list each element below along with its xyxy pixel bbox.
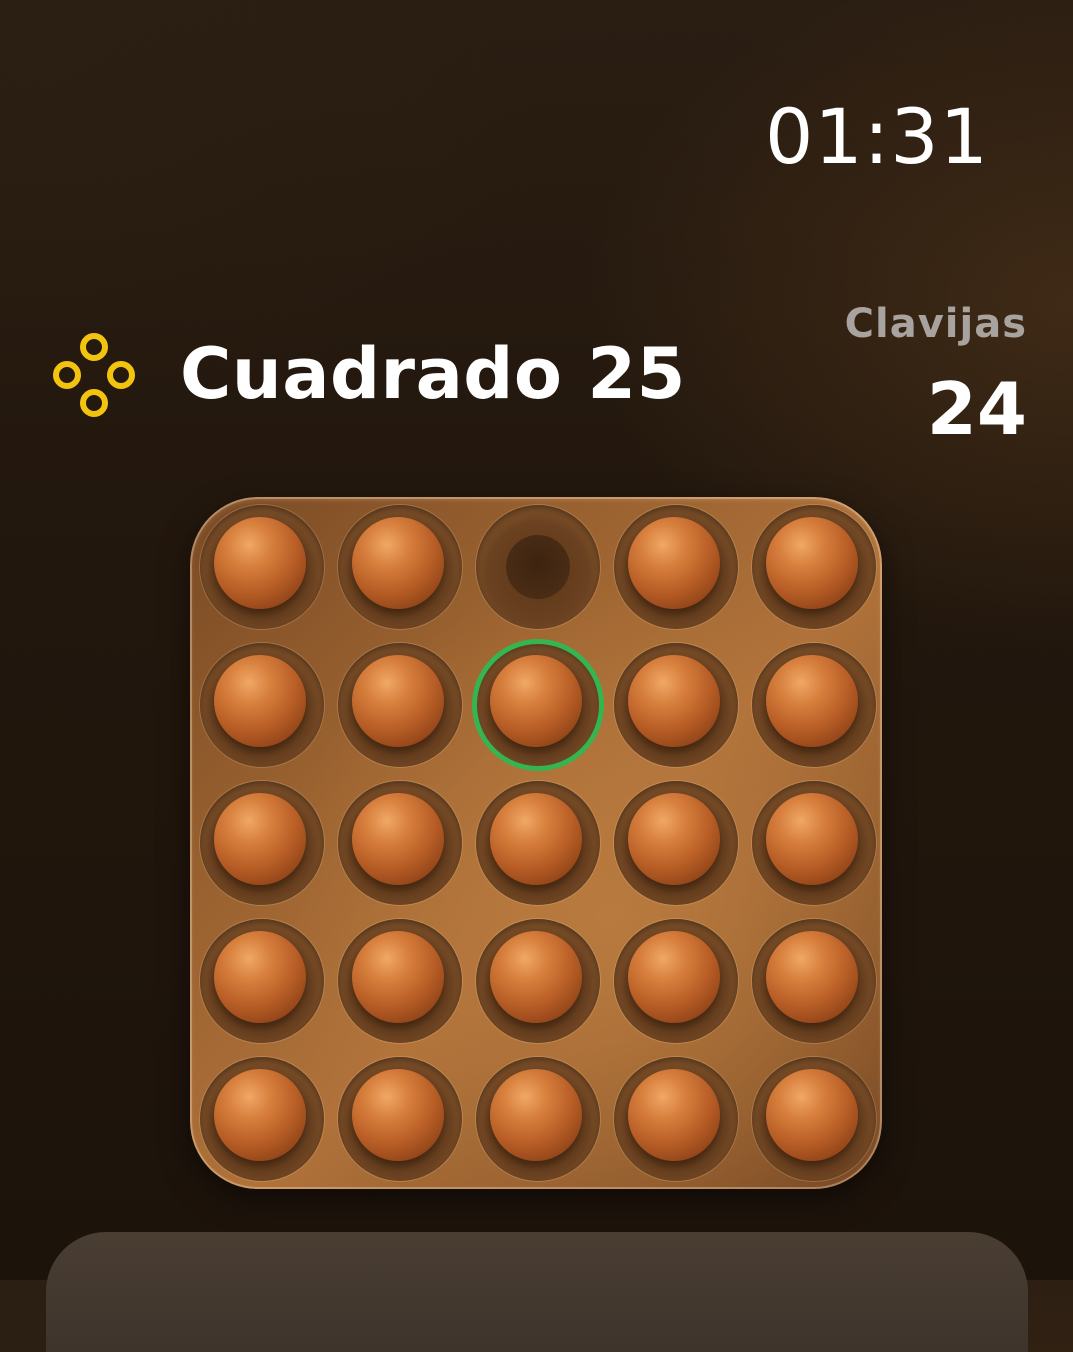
peg[interactable] (352, 931, 444, 1023)
peg[interactable] (628, 1069, 720, 1161)
pegs-label: Clavijas (844, 301, 1027, 347)
peg[interactable] (628, 655, 720, 747)
board-hole-r1-c2[interactable] (472, 639, 604, 771)
board-hole-r3-c3[interactable] (614, 919, 738, 1043)
peg[interactable] (628, 793, 720, 885)
board-hole-r1-c1[interactable] (338, 643, 462, 767)
board-hole-r1-c3[interactable] (614, 643, 738, 767)
peg-cluster-icon (53, 333, 135, 417)
peg[interactable] (214, 517, 306, 609)
peg[interactable] (352, 517, 444, 609)
peg[interactable] (214, 1069, 306, 1161)
empty-hole (506, 535, 570, 599)
peg[interactable] (214, 931, 306, 1023)
board-hole-r4-c1[interactable] (338, 1057, 462, 1181)
peg[interactable] (214, 793, 306, 885)
board-hole-r4-c4[interactable] (752, 1057, 876, 1181)
board-hole-r1-c0[interactable] (200, 643, 324, 767)
peg[interactable] (490, 931, 582, 1023)
board-hole-r4-c3[interactable] (614, 1057, 738, 1181)
peg[interactable] (766, 517, 858, 609)
peg[interactable] (490, 793, 582, 885)
peg[interactable] (766, 655, 858, 747)
board-hole-r3-c2[interactable] (476, 919, 600, 1043)
board-hole-r3-c0[interactable] (200, 919, 324, 1043)
clock-time: 01:31 (764, 92, 989, 181)
peg[interactable] (766, 931, 858, 1023)
game-title: Cuadrado 25 (180, 333, 686, 415)
board-hole-r2-c0[interactable] (200, 781, 324, 905)
board-hole-r0-c2[interactable] (476, 505, 600, 629)
peg[interactable] (766, 1069, 858, 1161)
board-hole-r0-c0[interactable] (200, 505, 324, 629)
board-hole-r4-c2[interactable] (476, 1057, 600, 1181)
peg[interactable] (214, 655, 306, 747)
board-hole-r2-c3[interactable] (614, 781, 738, 905)
board-hole-r0-c1[interactable] (338, 505, 462, 629)
peg-board (190, 497, 882, 1189)
bottom-sheet[interactable] (46, 1232, 1028, 1352)
peg[interactable] (766, 793, 858, 885)
board-hole-r1-c4[interactable] (752, 643, 876, 767)
board-hole-r2-c2[interactable] (476, 781, 600, 905)
peg[interactable] (490, 655, 582, 747)
board-hole-r4-c0[interactable] (200, 1057, 324, 1181)
peg[interactable] (352, 793, 444, 885)
board-hole-r3-c1[interactable] (338, 919, 462, 1043)
board-hole-r2-c4[interactable] (752, 781, 876, 905)
board-hole-r2-c1[interactable] (338, 781, 462, 905)
peg[interactable] (352, 655, 444, 747)
peg[interactable] (628, 931, 720, 1023)
pegs-count: 24 (926, 367, 1027, 451)
board-hole-r3-c4[interactable] (752, 919, 876, 1043)
board-hole-r0-c3[interactable] (614, 505, 738, 629)
peg[interactable] (352, 1069, 444, 1161)
board-hole-r0-c4[interactable] (752, 505, 876, 629)
peg[interactable] (628, 517, 720, 609)
peg[interactable] (490, 1069, 582, 1161)
